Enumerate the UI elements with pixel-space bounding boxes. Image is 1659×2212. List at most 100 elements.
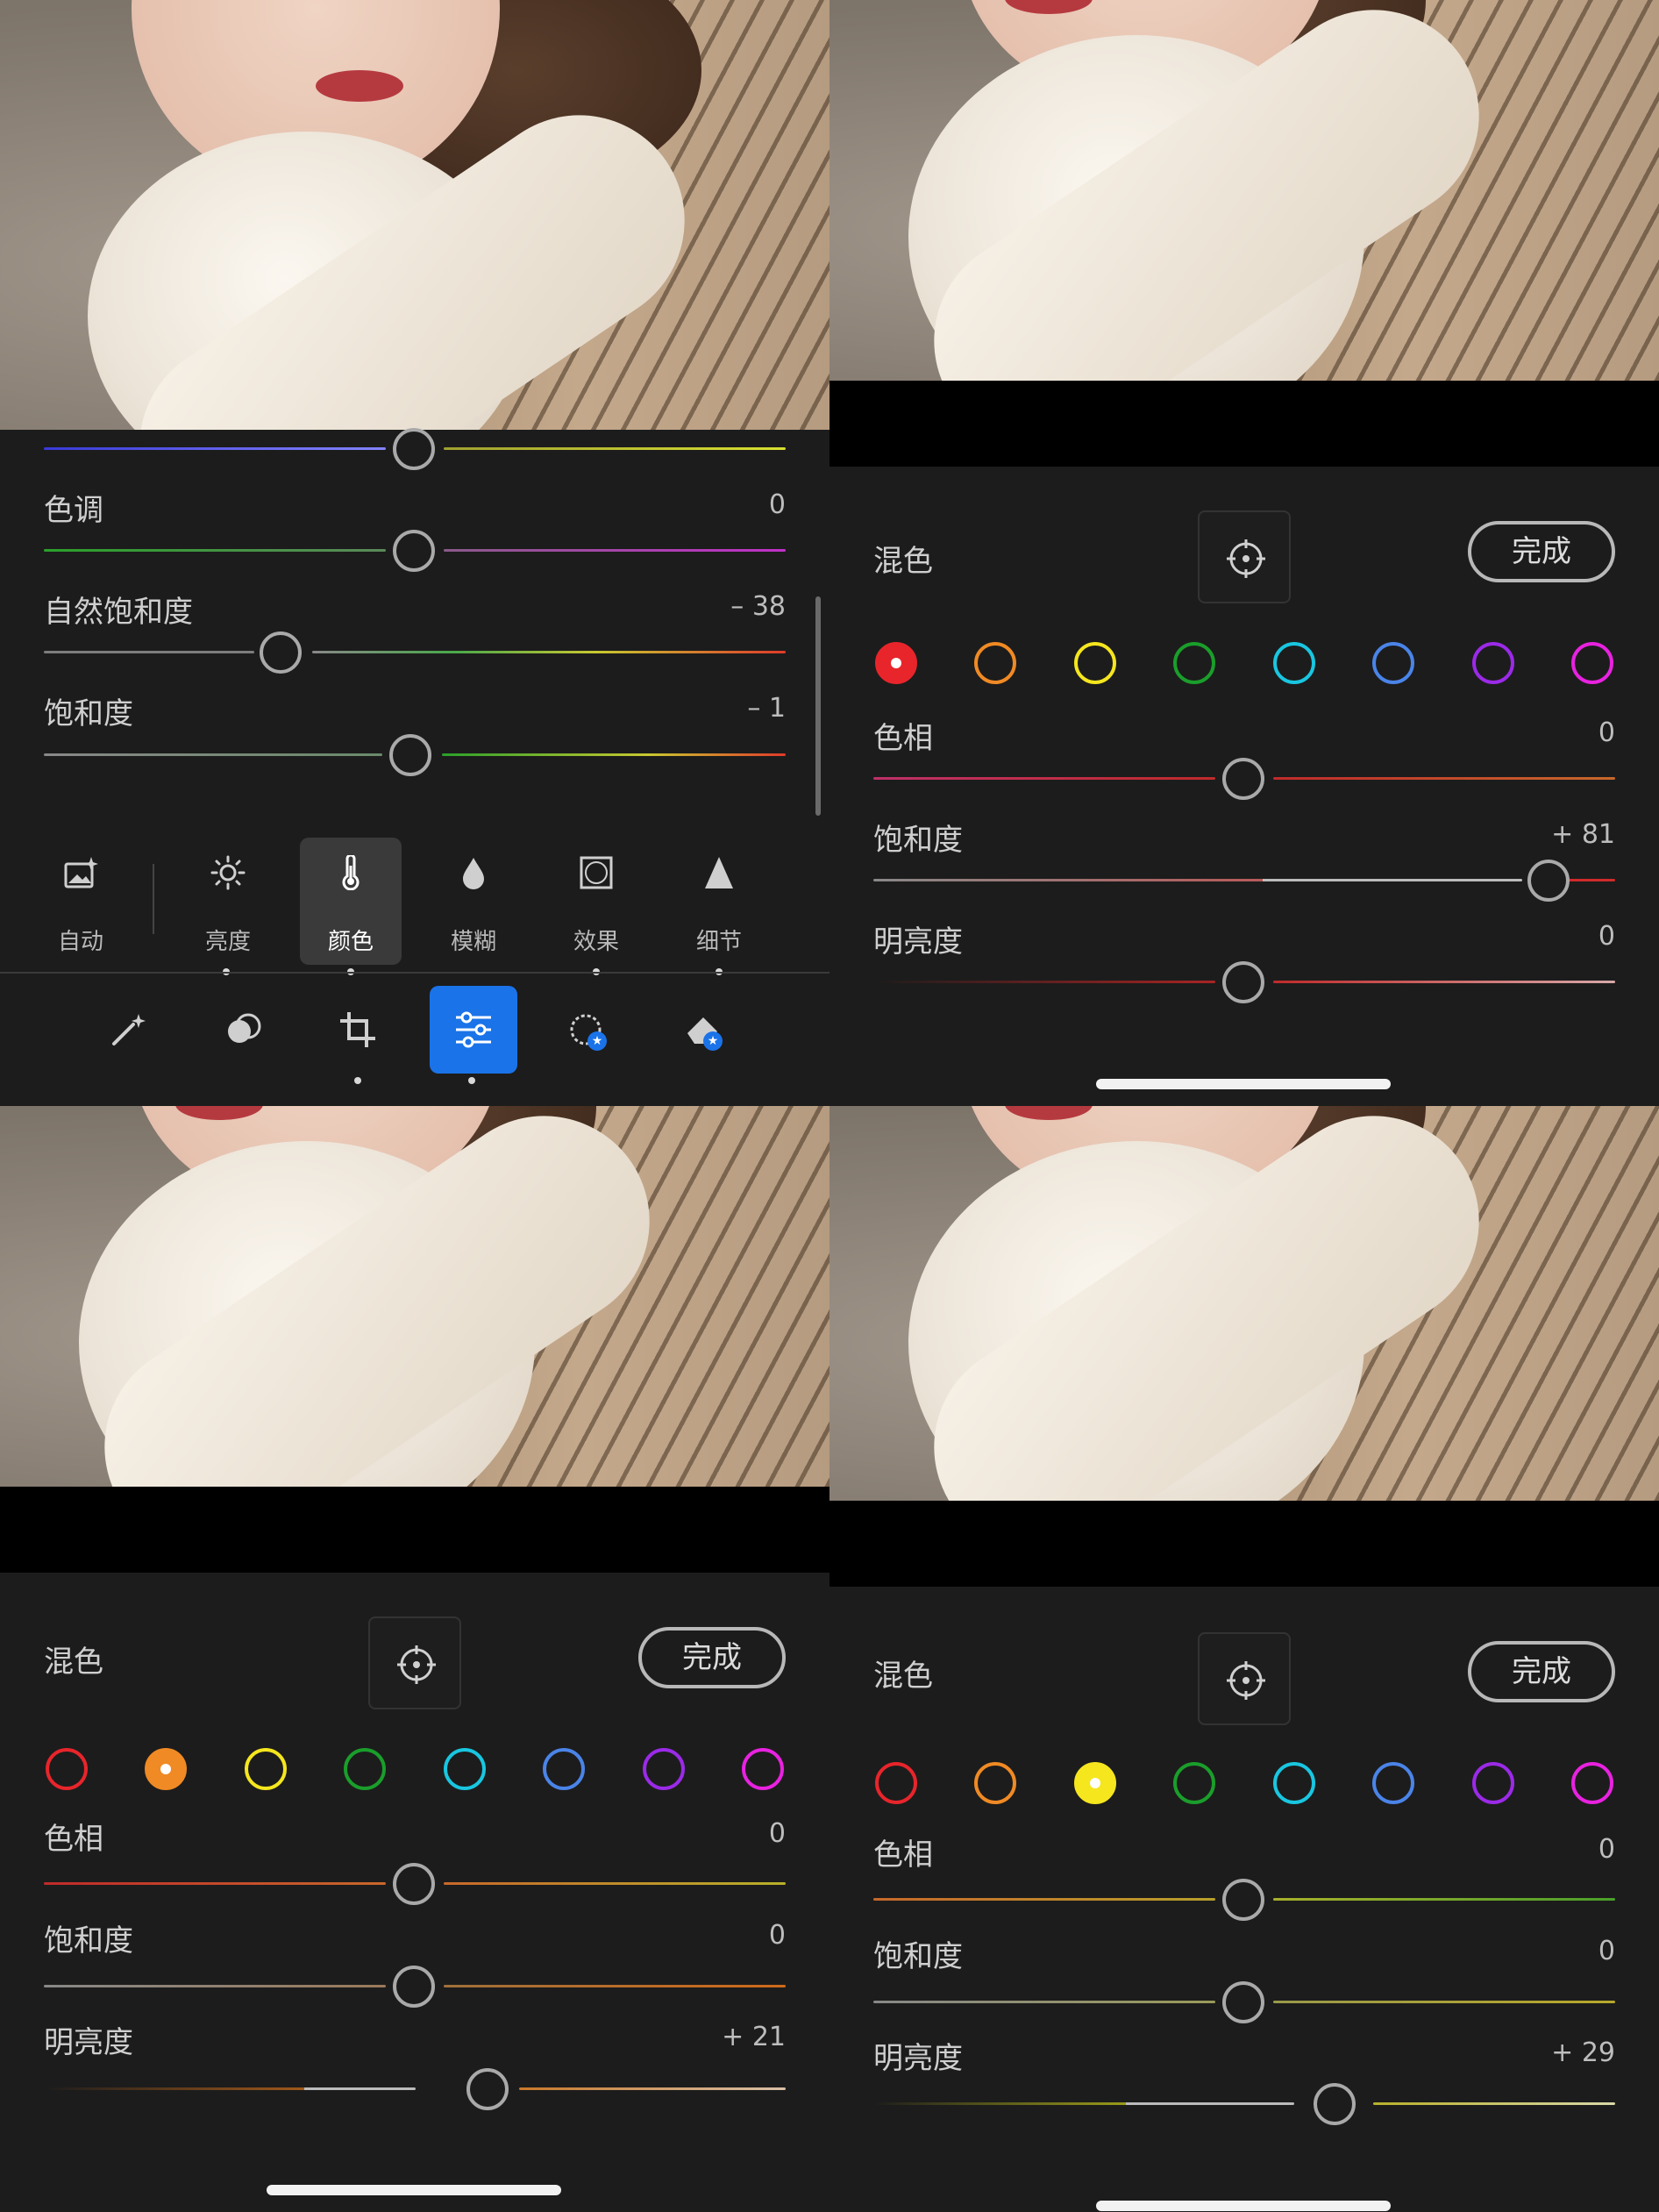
color-swatch-blue[interactable] (1372, 1762, 1414, 1804)
home-indicator[interactable] (267, 2185, 561, 2195)
slider-label: 色相 (44, 1822, 103, 1857)
color-swatch-green[interactable] (344, 1748, 386, 1790)
hue-slider-track[interactable] (873, 1898, 1215, 1901)
luminance-slider-knob[interactable] (466, 2068, 509, 2110)
quadrant-light-color-panel: 色调 0 自然饱和度 – 38 饱和度 – 1 自动 亮度 颜色 模糊 效果 细… (0, 0, 830, 1106)
color-swatch-aqua[interactable] (1273, 642, 1315, 684)
slider-value: + 81 (1551, 819, 1615, 850)
home-indicator[interactable] (1096, 2201, 1391, 2211)
color-swatch-blue[interactable] (1372, 642, 1414, 684)
crop-icon[interactable] (314, 986, 402, 1074)
color-swatch-magenta[interactable] (742, 1748, 784, 1790)
color-swatch-green[interactable] (1173, 1762, 1215, 1804)
tool-label: 模糊 (450, 929, 496, 955)
hue-slider-knob[interactable] (1222, 1879, 1264, 1921)
color-swatch-purple[interactable] (643, 1748, 685, 1790)
target-adjust-button[interactable] (1198, 510, 1291, 603)
hue-slider-knob[interactable] (393, 1863, 435, 1905)
saturation-slider-track[interactable] (44, 753, 382, 756)
tint-slider-track[interactable] (44, 549, 386, 552)
color-swatch-red[interactable] (875, 642, 917, 684)
slider-value: 0 (768, 1920, 786, 1951)
tool-light[interactable]: 亮度 (177, 838, 279, 965)
tool-label: 颜色 (327, 929, 374, 955)
slider-label: 饱和度 (873, 823, 963, 858)
color-swatch-magenta[interactable] (1571, 642, 1613, 684)
hue-slider-track[interactable] (44, 1882, 386, 1885)
eraser-icon[interactable]: ★ (659, 986, 747, 1074)
done-button[interactable]: 完成 (1468, 1641, 1615, 1702)
mask-icon[interactable] (200, 986, 288, 1074)
scrollbar[interactable] (815, 596, 821, 816)
magic-wand-icon[interactable] (84, 986, 172, 1074)
color-swatch-red[interactable] (875, 1762, 917, 1804)
auto-image-icon (64, 857, 98, 888)
saturation-slider-knob[interactable] (389, 734, 431, 776)
luminance-slider-track[interactable] (873, 981, 1215, 983)
target-adjust-button[interactable] (368, 1616, 461, 1709)
premium-star-icon: ★ (587, 1031, 607, 1051)
quadrant-color-mix-orange: 混色 完成 色相 0 饱和度 0 明亮度 + 21 (0, 1106, 830, 2212)
color-swatch-purple[interactable] (1472, 1762, 1514, 1804)
color-swatch-purple[interactable] (1472, 642, 1514, 684)
slider-value: + 29 (1551, 2037, 1615, 2068)
photo-preview (830, 1106, 1659, 1501)
color-swatch-blue[interactable] (543, 1748, 585, 1790)
saturation-slider-knob[interactable] (1222, 1981, 1264, 2023)
color-swatch-red[interactable] (46, 1748, 88, 1790)
slider-value: 0 (1598, 1936, 1615, 1966)
home-indicator[interactable] (1096, 1079, 1391, 1089)
panel-title: 混色 (44, 1645, 103, 1680)
slider-label: 色相 (873, 721, 933, 756)
slider-label: 色相 (873, 1837, 933, 1873)
temp-slider-knob[interactable] (393, 428, 435, 470)
color-swatch-magenta[interactable] (1571, 1762, 1613, 1804)
luminance-slider-knob[interactable] (1222, 961, 1264, 1003)
saturation-slider-track[interactable] (873, 2001, 1215, 2003)
tool-label: 自动 (57, 929, 103, 955)
color-swatch-green[interactable] (1173, 642, 1215, 684)
vibrance-slider-knob[interactable] (260, 631, 302, 674)
hue-slider-knob[interactable] (1222, 758, 1264, 800)
photo-preview (0, 1106, 830, 1487)
tool-color[interactable]: 颜色 (300, 838, 402, 965)
target-adjust-button[interactable] (1198, 1632, 1291, 1725)
color-swatch-yellow[interactable] (245, 1748, 287, 1790)
tool-effects[interactable]: 效果 (545, 838, 647, 965)
done-button[interactable]: 完成 (1468, 521, 1615, 582)
tool-detail[interactable]: 细节 (668, 838, 770, 965)
saturation-slider-track[interactable] (44, 1985, 386, 1987)
selective-icon[interactable]: ★ (544, 986, 631, 1074)
slider-value: – 1 (747, 693, 786, 724)
color-swatch-orange[interactable] (974, 1762, 1016, 1804)
luminance-slider-track[interactable] (873, 2102, 1294, 2105)
tool-auto[interactable]: 自动 (30, 838, 132, 965)
premium-star-icon: ★ (703, 1031, 723, 1051)
crosshair-icon (1227, 1661, 1265, 1700)
color-swatch-yellow[interactable] (1074, 1762, 1116, 1804)
color-swatch-aqua[interactable] (1273, 1762, 1315, 1804)
tint-slider-knob[interactable] (393, 530, 435, 572)
tool-label: 效果 (573, 929, 619, 955)
quadrant-color-mix-red: 混色 完成 色相 0 饱和度 + 81 明亮度 0 (830, 0, 1659, 1106)
slider-value: – 38 (730, 591, 786, 622)
color-swatch-aqua[interactable] (444, 1748, 486, 1790)
sliders-icon[interactable] (430, 986, 517, 1074)
temp-slider-track[interactable] (44, 447, 386, 450)
vibrance-slider-track[interactable] (44, 651, 254, 653)
slider-label: 饱和度 (873, 1939, 963, 1974)
color-swatch-orange[interactable] (974, 642, 1016, 684)
slider-label: 饱和度 (44, 1923, 133, 1959)
slider-label: 明亮度 (873, 924, 963, 960)
done-button[interactable]: 完成 (638, 1627, 786, 1688)
luminance-slider-track[interactable] (44, 2087, 416, 2090)
panel-title: 混色 (873, 544, 933, 579)
tool-blur[interactable]: 模糊 (423, 838, 524, 965)
luminance-slider-knob[interactable] (1314, 2083, 1356, 2125)
color-swatch-orange[interactable] (145, 1748, 187, 1790)
color-swatch-yellow[interactable] (1074, 642, 1116, 684)
hue-slider-track[interactable] (873, 777, 1215, 780)
saturation-slider-knob[interactable] (393, 1966, 435, 2008)
saturation-slider-track[interactable] (873, 879, 1522, 881)
saturation-slider-knob[interactable] (1527, 860, 1570, 902)
